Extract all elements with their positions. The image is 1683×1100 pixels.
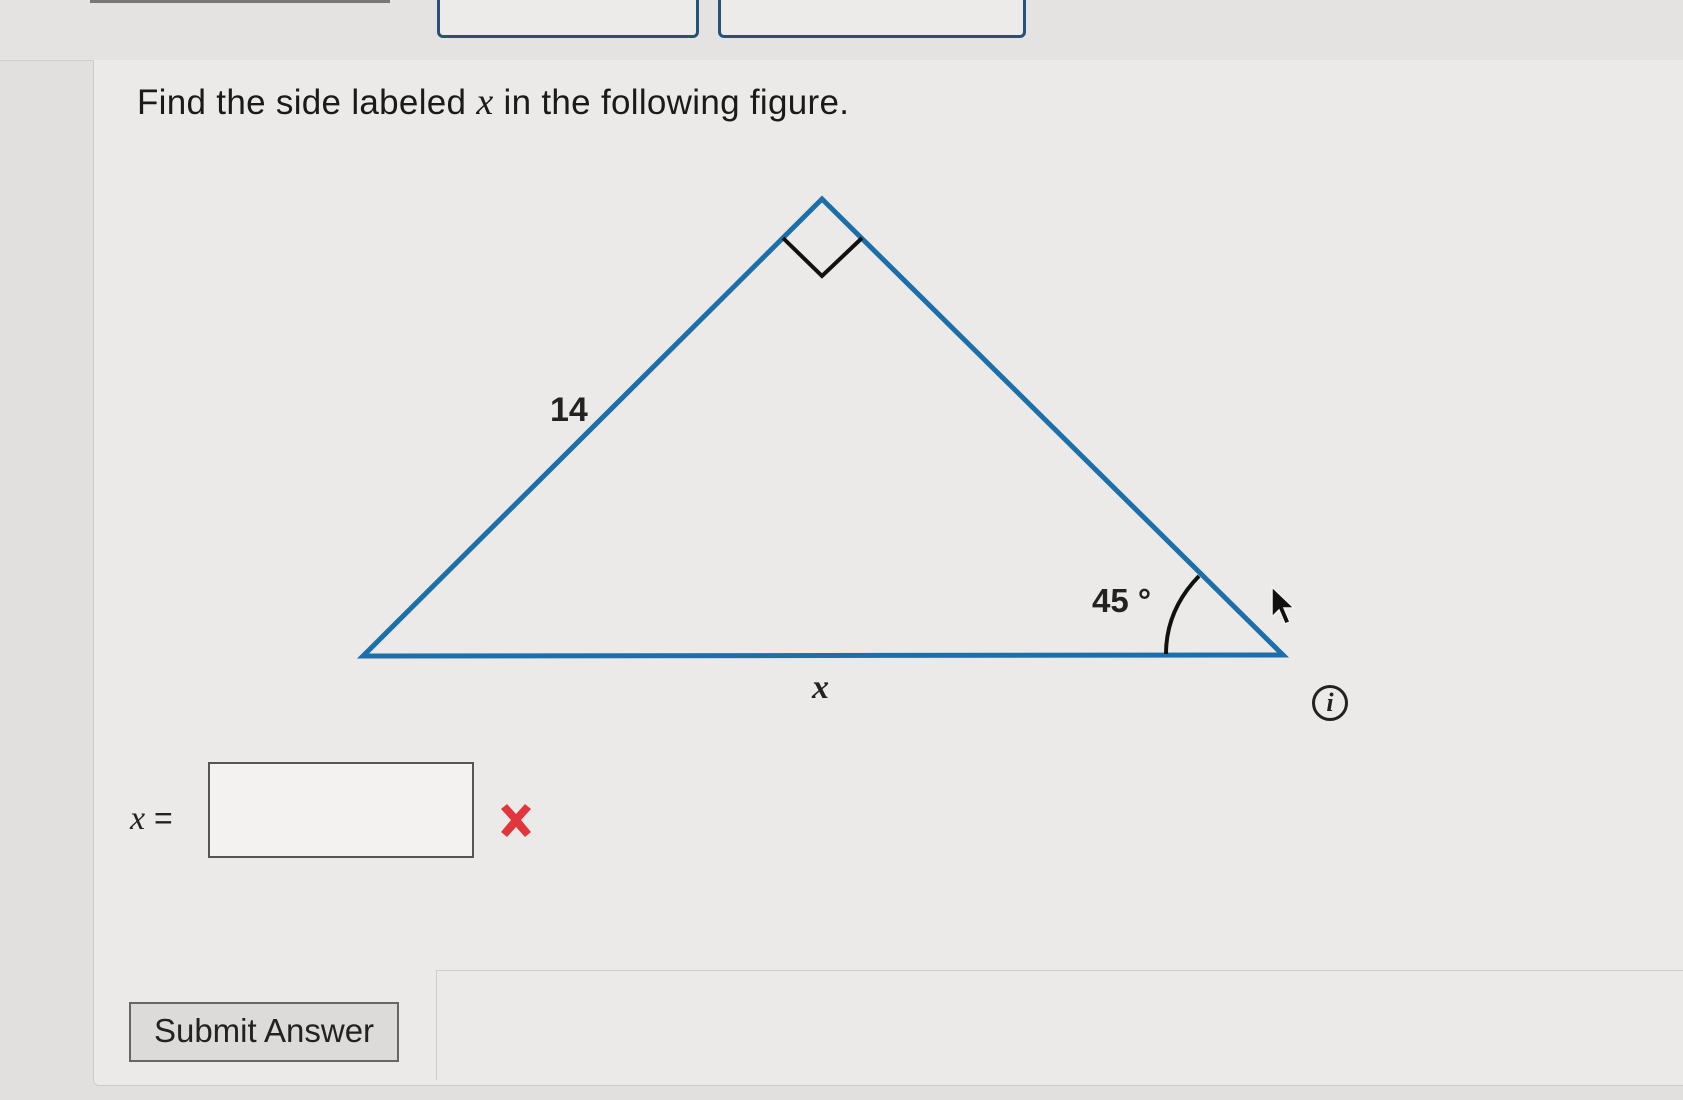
lower-divider bbox=[436, 970, 1683, 971]
base-label-x: x bbox=[811, 669, 829, 706]
mouse-pointer-icon bbox=[1271, 585, 1296, 625]
answer-variable: x bbox=[130, 800, 146, 837]
x-mark-icon bbox=[501, 804, 531, 837]
lower-divider-vertical bbox=[436, 970, 437, 1080]
triangle-figure: 14 45 ° x bbox=[356, 195, 1290, 706]
answer-equals: = bbox=[145, 800, 173, 836]
answer-input[interactable] bbox=[208, 762, 474, 858]
info-icon[interactable]: i bbox=[1312, 685, 1348, 721]
right-angle-marker bbox=[781, 236, 864, 279]
side-label-14: 14 bbox=[550, 391, 588, 429]
answer-label: x = bbox=[130, 800, 173, 838]
angle-label: 45 ° bbox=[1092, 582, 1151, 619]
submit-answer-button[interactable]: Submit Answer bbox=[129, 1002, 399, 1062]
angle-arc bbox=[1164, 574, 1201, 655]
